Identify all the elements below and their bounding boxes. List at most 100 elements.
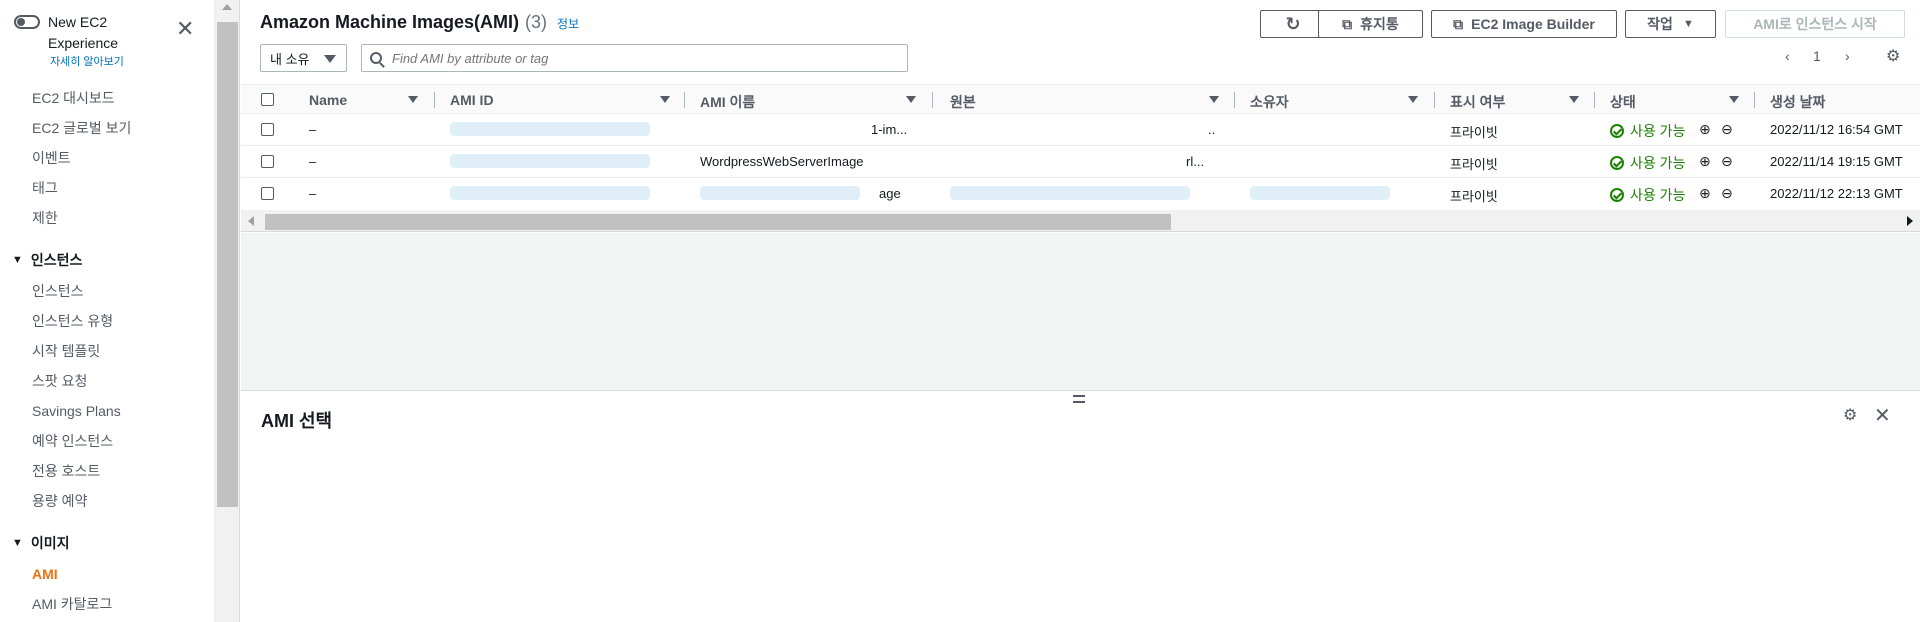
scroll-right-icon[interactable] [1907, 216, 1913, 226]
sidebar-item-launch-templates[interactable]: 시작 템플릿 [32, 341, 100, 361]
caret-down-icon: ▼ [12, 537, 23, 549]
actions-dropdown[interactable]: 작업 ▼ [1625, 10, 1716, 38]
sidebar-item-dedicated-hosts[interactable]: 전용 호스트 [32, 461, 100, 481]
actions-label: 작업 [1647, 16, 1673, 32]
gear-icon[interactable]: ⚙ [1886, 46, 1900, 66]
recycle-bin-label: 휴지통 [1360, 16, 1399, 32]
recycle-bin-button[interactable]: ⧉ 휴지통 [1318, 10, 1423, 38]
redacted-ami-id [450, 122, 650, 136]
sidebar-item-instance-types[interactable]: 인스턴스 유형 [32, 311, 113, 331]
row-checkbox[interactable] [261, 187, 274, 200]
owner-filter-select[interactable]: 내 소유 [260, 44, 347, 72]
row-checkbox[interactable] [261, 123, 274, 136]
column-divider[interactable] [932, 92, 933, 108]
close-icon[interactable]: ✕ [176, 18, 194, 40]
sidebar-item-reserved-instances[interactable]: 예약 인스턴스 [32, 431, 113, 451]
cell-source: rl... [1186, 154, 1205, 169]
column-divider[interactable] [434, 92, 435, 108]
section-label: 인스턴스 [30, 252, 83, 268]
redacted-owner [1250, 186, 1390, 200]
column-header-owner[interactable]: 소유자 [1250, 92, 1289, 112]
close-icon[interactable]: ✕ [1874, 403, 1891, 428]
owner-filter-value: 내 소유 [270, 51, 310, 67]
gear-icon[interactable]: ⚙ [1843, 405, 1857, 425]
table-row[interactable]: – WordpressWebServerImage rl... 프라이빗 사용 … [241, 146, 1920, 178]
column-header-source[interactable]: 원본 [950, 92, 976, 112]
ami-table: Name AMI ID AMI 이름 원본 소유자 표시 여부 상태 생성 날짜… [241, 84, 1920, 210]
column-divider[interactable] [1434, 92, 1435, 108]
sort-icon[interactable] [660, 96, 670, 103]
sidebar-item-capacity-reservations[interactable]: 용량 예약 [32, 491, 87, 511]
sort-icon[interactable] [906, 96, 916, 103]
column-header-status[interactable]: 상태 [1610, 92, 1636, 112]
sort-icon[interactable] [1729, 96, 1739, 103]
sidebar-item-ec2-dashboard[interactable]: EC2 대시보드 [32, 88, 115, 108]
scroll-left-icon[interactable] [248, 216, 254, 226]
redacted-ami-id [450, 186, 650, 200]
sort-icon[interactable] [1569, 96, 1579, 103]
sidebar-item-spot-requests[interactable]: 스팟 요청 [32, 371, 87, 391]
status-badge: 사용 가능 [1610, 153, 1685, 173]
item-count: (3) [525, 12, 548, 32]
sidebar-item-tags[interactable]: 태그 [32, 178, 58, 198]
scrollbar-thumb[interactable] [217, 22, 238, 507]
external-link-icon: ⧉ [1342, 15, 1353, 32]
status-badge: 사용 가능 [1610, 185, 1685, 205]
launch-instance-button[interactable]: AMI로 인스턴스 시작 [1725, 10, 1905, 38]
status-label: 사용 가능 [1630, 155, 1686, 171]
search-input[interactable] [392, 50, 892, 66]
sidebar-section-images[interactable]: ▼ 이미지 [12, 533, 70, 553]
scroll-up-icon[interactable] [222, 4, 232, 10]
select-all-checkbox[interactable] [261, 93, 274, 106]
sidebar-item-ec2-global-view[interactable]: EC2 글로벌 보기 [32, 118, 131, 138]
image-builder-label: EC2 Image Builder [1471, 16, 1595, 32]
refresh-button[interactable]: ↻ [1260, 10, 1326, 38]
sidebar-item-instances[interactable]: 인스턴스 [32, 281, 84, 301]
status-label: 사용 가능 [1630, 187, 1686, 203]
current-page[interactable]: 1 [1813, 48, 1821, 64]
column-header-ami-name[interactable]: AMI 이름 [700, 92, 755, 112]
table-horizontal-scrollbar[interactable] [241, 210, 1920, 232]
zoom-in-icon[interactable]: ⊕ [1699, 185, 1711, 202]
sort-icon[interactable] [408, 96, 418, 103]
zoom-in-icon[interactable]: ⊕ [1699, 121, 1711, 138]
column-divider[interactable] [1754, 92, 1755, 108]
column-divider[interactable] [684, 92, 685, 108]
cell-ami-name: age [879, 186, 901, 201]
sidebar-item-ami-catalog[interactable]: AMI 카탈로그 [32, 594, 112, 614]
zoom-out-icon[interactable]: ⊖ [1721, 121, 1733, 138]
sort-icon[interactable] [1209, 96, 1219, 103]
sidebar-item-ami[interactable]: AMI [32, 564, 58, 584]
sort-icon[interactable] [1408, 96, 1418, 103]
section-label: 이미지 [30, 535, 70, 551]
learn-more-link[interactable]: 자세히 알아보기 [50, 53, 124, 69]
table-row[interactable]: – age 프라이빗 사용 가능 ⊕ ⊖ 2022/11/12 22:13 GM… [241, 178, 1920, 210]
sidebar-item-limits[interactable]: 제한 [32, 208, 58, 228]
image-builder-button[interactable]: ⧉ EC2 Image Builder [1431, 10, 1617, 38]
previous-page-icon[interactable]: ‹ [1785, 48, 1790, 64]
sidebar-scrollbar[interactable] [215, 0, 240, 622]
page-header: Amazon Machine Images(AMI) (3) 정보 [260, 12, 579, 33]
search-field[interactable] [361, 44, 908, 72]
zoom-in-icon[interactable]: ⊕ [1699, 153, 1711, 170]
table-row[interactable]: – 1-im... .. 프라이빗 사용 가능 ⊕ ⊖ 2022/11/12 1… [241, 114, 1920, 146]
info-link[interactable]: 정보 [557, 15, 579, 32]
scrollbar-thumb[interactable] [265, 214, 1171, 230]
sidebar-item-events[interactable]: 이벤트 [32, 148, 71, 168]
column-header-created[interactable]: 생성 날짜 [1770, 92, 1825, 112]
new-experience-toggle[interactable] [14, 15, 40, 29]
column-header-ami-id[interactable]: AMI ID [450, 92, 494, 108]
sidebar-item-savings-plans[interactable]: Savings Plans [32, 401, 121, 421]
next-page-icon[interactable]: › [1845, 48, 1850, 64]
zoom-out-icon[interactable]: ⊖ [1721, 153, 1733, 170]
resize-handle[interactable] [1073, 395, 1085, 403]
column-header-name[interactable]: Name [309, 92, 347, 108]
sidebar-section-instances[interactable]: ▼ 인스턴스 [12, 250, 82, 270]
column-header-visibility[interactable]: 표시 여부 [1450, 92, 1505, 112]
zoom-out-icon[interactable]: ⊖ [1721, 185, 1733, 202]
column-divider[interactable] [1594, 92, 1595, 108]
check-circle-icon [1610, 188, 1624, 202]
row-checkbox[interactable] [261, 155, 274, 168]
refresh-icon: ↻ [1285, 13, 1301, 34]
column-divider[interactable] [1234, 92, 1235, 108]
